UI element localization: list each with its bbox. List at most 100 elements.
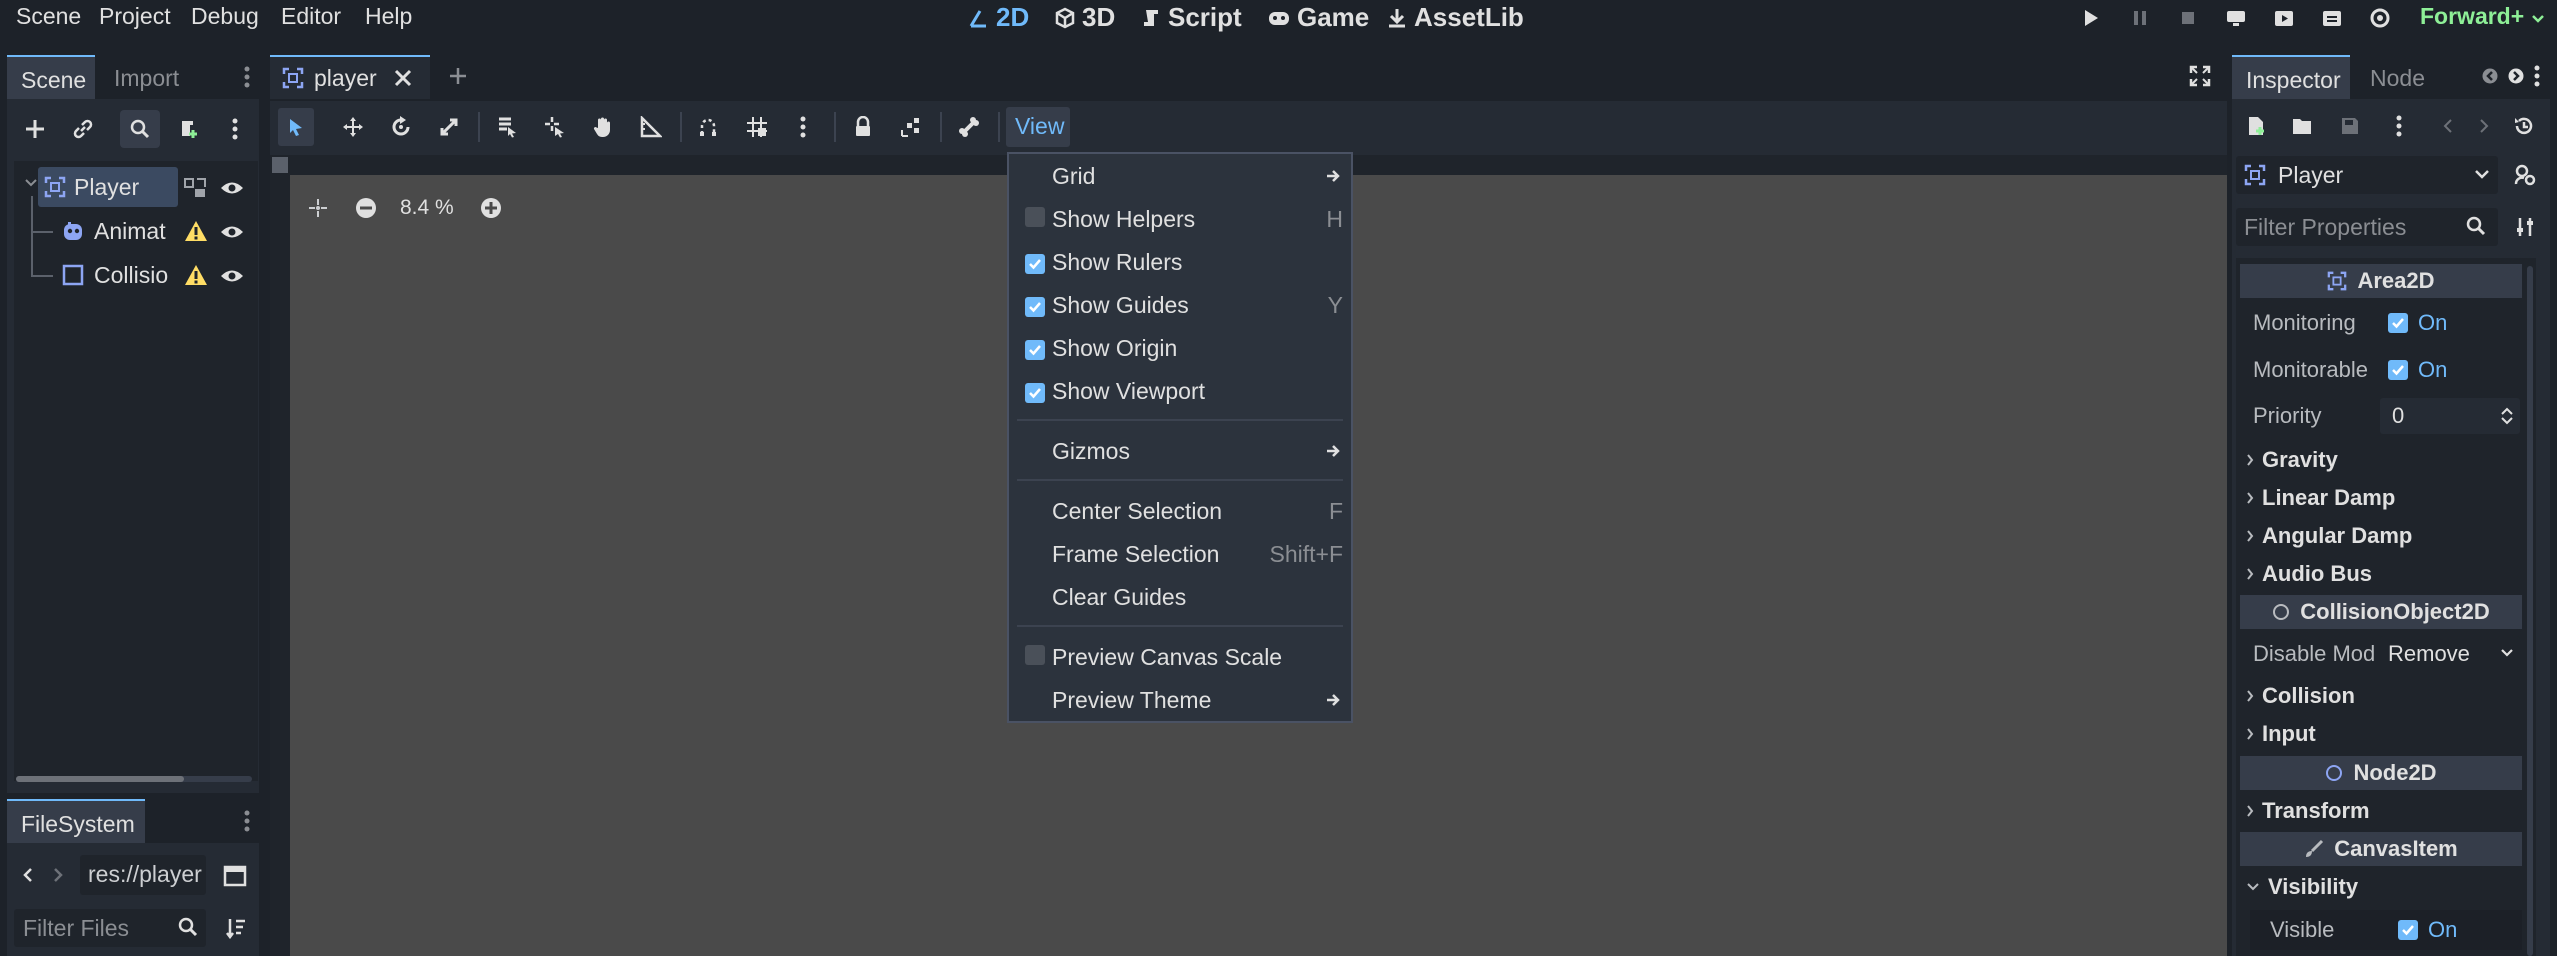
tree-node-player[interactable]: Player	[38, 167, 178, 207]
ruler-tool-icon[interactable]	[636, 112, 666, 142]
workspace-2d-button[interactable]: 2D	[968, 2, 1029, 33]
inspector-scrollbar[interactable]	[2527, 266, 2533, 956]
zoom-out-icon[interactable]	[354, 196, 378, 220]
group-icon[interactable]	[182, 175, 208, 201]
resource-menu-icon[interactable]	[2392, 112, 2406, 140]
menu-item-preview-canvas-scale[interactable]: Preview Canvas Scale	[1017, 637, 1343, 677]
menu-item-preview-theme[interactable]: Preview Theme	[1017, 680, 1343, 720]
menu-item-show-guides[interactable]: Show Guides Y	[1017, 285, 1343, 325]
link-icon[interactable]	[68, 114, 98, 144]
section-node2d[interactable]: Node2D	[2240, 756, 2522, 790]
split-view-icon[interactable]	[220, 862, 250, 890]
snap-options-icon[interactable]	[796, 112, 810, 142]
select-tool-icon[interactable]	[278, 108, 314, 146]
scene-menu-icon[interactable]	[228, 114, 242, 144]
section-canvas-item[interactable]: CanvasItem	[2240, 832, 2522, 866]
menu-item-grid[interactable]: Grid	[1017, 156, 1343, 196]
section-collision-object2d[interactable]: CollisionObject2D	[2240, 595, 2522, 629]
menu-item-gizmos[interactable]: Gizmos	[1017, 431, 1343, 471]
tab-inspector[interactable]: Inspector	[2232, 55, 2350, 99]
tree-node-collisio[interactable]: Collisio	[58, 255, 178, 295]
pan-hand-icon[interactable]	[588, 112, 618, 142]
tree-node-animat[interactable]: Animat	[58, 211, 178, 251]
workspace-script-button[interactable]: Script	[1140, 2, 1242, 33]
history-forward-icon[interactable]	[2474, 112, 2494, 140]
visibility-eye-icon[interactable]	[219, 175, 245, 201]
category-transform[interactable]: Transform	[2246, 798, 2370, 824]
disable-mode-dropdown[interactable]: Remove	[2380, 636, 2520, 672]
group-selected-icon[interactable]	[896, 112, 926, 142]
menu-editor[interactable]: Editor	[281, 3, 341, 30]
monitorable-checkbox[interactable]: On	[2388, 357, 2447, 383]
priority-spinbox[interactable]: 0	[2380, 398, 2520, 434]
menu-item-show-helpers[interactable]: Show Helpers H	[1017, 199, 1343, 239]
inspector-tools-icon[interactable]	[2510, 212, 2540, 242]
dock-menu-icon[interactable]	[2530, 64, 2544, 88]
search-icon[interactable]	[120, 110, 160, 148]
monitoring-checkbox[interactable]: On	[2388, 310, 2447, 336]
pause-icon[interactable]	[2126, 4, 2154, 32]
history-back-icon[interactable]	[2438, 112, 2458, 140]
open-folder-icon[interactable]	[2288, 112, 2316, 140]
visible-checkbox[interactable]: On	[2398, 917, 2457, 943]
zoom-in-icon[interactable]	[479, 196, 503, 220]
tab-import[interactable]: Import	[100, 55, 200, 99]
tab-scene[interactable]: Scene	[7, 55, 95, 99]
attach-script-icon[interactable]	[174, 114, 204, 144]
menu-item-clear-guides[interactable]: Clear Guides	[1017, 577, 1343, 617]
category-visibility[interactable]: Visibility	[2246, 874, 2358, 900]
category-gravity[interactable]: Gravity	[2246, 447, 2338, 473]
node-config-icon[interactable]	[2510, 160, 2540, 190]
workspace-3d-button[interactable]: 3D	[1054, 2, 1115, 33]
pivot-tool-icon[interactable]	[540, 112, 570, 142]
menu-scene[interactable]: Scene	[16, 3, 81, 30]
workspace-assetlib-button[interactable]: AssetLib	[1386, 2, 1524, 33]
add-node-icon[interactable]	[20, 114, 50, 144]
menu-item-show-viewport[interactable]: Show Viewport	[1017, 371, 1343, 411]
category-linear-damp[interactable]: Linear Damp	[2246, 485, 2395, 511]
distraction-free-icon[interactable]	[2186, 62, 2214, 90]
tree-scrollbar-grabber[interactable]	[16, 776, 184, 782]
add-tab-icon[interactable]	[444, 62, 472, 90]
menu-item-show-origin[interactable]: Show Origin	[1017, 328, 1343, 368]
sort-icon[interactable]	[222, 914, 250, 942]
vertical-ruler[interactable]	[270, 155, 290, 956]
menu-help[interactable]: Help	[365, 3, 412, 30]
scale-tool-icon[interactable]	[434, 112, 464, 142]
menu-debug[interactable]: Debug	[191, 3, 259, 30]
rotate-tool-icon[interactable]	[386, 112, 416, 142]
category-audio-bus[interactable]: Audio Bus	[2246, 561, 2372, 587]
run-current-scene-icon[interactable]	[2270, 4, 2298, 32]
filter-files-input[interactable]: Filter Files	[14, 909, 206, 947]
move-tool-icon[interactable]	[338, 112, 368, 142]
section-area2d[interactable]: Area2D	[2240, 264, 2522, 298]
dock-menu-icon[interactable]	[240, 808, 254, 834]
skeleton-bone-icon[interactable]	[954, 112, 984, 142]
renderer-selector[interactable]: Forward+	[2420, 3, 2545, 30]
grid-snap-icon[interactable]	[742, 112, 772, 142]
filter-properties-input[interactable]: Filter Properties	[2236, 208, 2498, 246]
stop-icon[interactable]	[2174, 4, 2202, 32]
path-field[interactable]: res://player	[80, 855, 206, 895]
list-select-icon[interactable]	[492, 112, 522, 142]
workspace-game-button[interactable]: Game	[1267, 2, 1369, 33]
view-menu-button[interactable]: View	[1006, 107, 1070, 147]
dock-move-right-icon[interactable]	[2506, 64, 2526, 88]
chevron-left-icon[interactable]	[20, 862, 36, 888]
movie-maker-icon[interactable]	[2366, 4, 2394, 32]
menu-project[interactable]: Project	[99, 3, 171, 30]
chevron-right-icon[interactable]	[50, 862, 66, 888]
save-icon[interactable]	[2336, 112, 2364, 140]
menu-item-show-rulers[interactable]: Show Rulers	[1017, 242, 1343, 282]
close-icon[interactable]	[394, 69, 412, 87]
remote-debug-icon[interactable]	[2222, 4, 2250, 32]
category-angular-damp[interactable]: Angular Damp	[2246, 523, 2412, 549]
dock-menu-icon[interactable]	[240, 64, 254, 90]
menu-item-center-selection[interactable]: Center Selection F	[1017, 491, 1343, 531]
history-icon[interactable]	[2510, 112, 2538, 140]
category-collision[interactable]: Collision	[2246, 683, 2355, 709]
tab-player[interactable]: player	[270, 55, 430, 99]
run-custom-scene-icon[interactable]	[2318, 4, 2346, 32]
tab-filesystem[interactable]: FileSystem	[7, 799, 145, 843]
lock-icon[interactable]	[848, 112, 878, 142]
